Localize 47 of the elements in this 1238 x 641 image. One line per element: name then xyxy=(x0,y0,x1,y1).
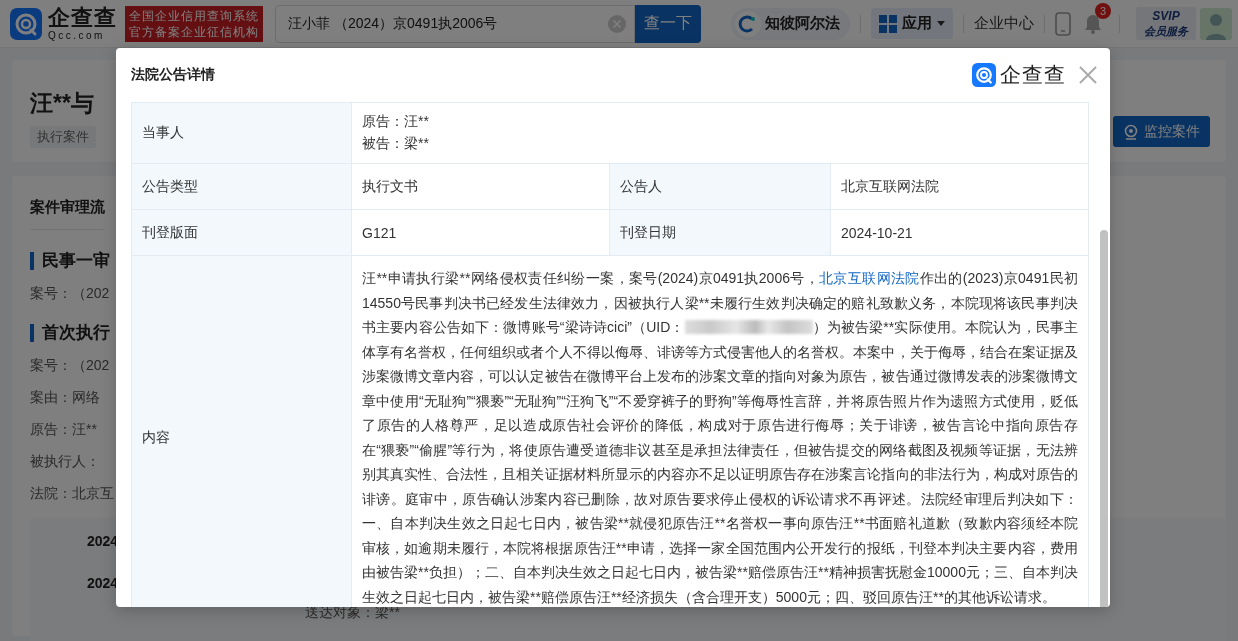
slogan-banner: 全国企业信用查询系统 官方备案企业征信机构 xyxy=(125,5,263,42)
close-icon[interactable] xyxy=(1078,65,1098,85)
stage-field: 案由：网络 xyxy=(30,388,100,406)
stage-field: 被执行人： xyxy=(30,452,100,470)
stage-field: 案号：（202 xyxy=(30,284,110,302)
case-tag: 执行案件 xyxy=(30,126,96,148)
alpha-link[interactable]: 知彼阿尔法 xyxy=(731,7,850,40)
field-label: 公告类型 xyxy=(132,164,352,210)
field-label: 刊登版面 xyxy=(132,210,352,256)
vip-button[interactable]: SVIP 会员服务 xyxy=(1136,7,1196,40)
logo-name: 企查查 xyxy=(48,5,117,30)
camera-icon xyxy=(1123,123,1139,140)
case-title: 汪**与 xyxy=(30,89,94,118)
notice-text: 汪**申请执行梁**网络侵权责任纠纷一案，案号(2024)京0491执2006号，北京互联网法院作出的(2023)京0491民初14550号民事判决书已经发生法律效力，因被执行人梁**未履行生效判决确定的赔礼致歉义务，本院现将该民事判决书主要内容公告如下：微博账号“梁诗诗cici”（UID： ）为被告梁**实际使用。本院认为，民事主体享有名誉权，任何组织或者个人不得以侮辱、诽谤等方式侵害他人的名誉权。本案中，关于侮辱，结合在案证据及涉案微博文章内容，可以认定被告在微博平台上发布的涉案文章的指向对象为原告，被告通过微博发表的涉案微博文章中使用“无耻狗”“猥亵”“无耻狗”“汪狗飞”“不爱穿裤子的野狗”等侮辱性言辞，并将原告照片作为遗照方式使用，贬低了原告的人格尊严，足以造成原告社会评价的降低，构成对于原告进行侮辱；关于诽谤，被告言论中指向原告存在“猥亵”“偷腥”等行为，将使原告遭受道德非议甚至是承担法律责任，但被告提交的网络截图及视频等证据，无法辨别其真实性、合法性，且相关证据材料所显示的内容亦不足以证明原告存在涉案言论指向的非法行为，构成对原告的诽谤。庭审中，原告确认涉案内容已删除，故对原告要求停止侵权的诉讼请求不再评述。法院经审理后判决如下：一、自本判决生效之日起七日内，被告梁**就侵犯原告汪**名誉权一事向原告汪**书面赔礼道歉（致歉内容须经本院审核，如逾期未履行，本院将根据原告汪**申请，选择一家全国范围内公开发行的报纸，刊登本判决主要内容，费用由被告梁**负担）；二、自本判决生效之日起七日内，被告梁**赔偿原告汪**精神损害抚慰金10000元；三、自本判决生效之日起七日内，被告梁**赔偿原告汪**经济损失（含合理开支）5000元；四、驳回原告汪**的其他诉讼请求。 xyxy=(362,269,1078,607)
field-label: 刊登日期 xyxy=(610,210,831,256)
clear-icon[interactable] xyxy=(608,14,626,33)
phone-icon[interactable] xyxy=(1055,11,1071,36)
search-button[interactable]: 查一下 xyxy=(635,4,701,43)
stage-title: 首次执行 xyxy=(30,324,110,342)
field-value: 被告：梁** xyxy=(362,135,429,153)
section-title: 案件审理流 xyxy=(30,198,105,230)
field-value: 北京互联网法院 xyxy=(831,164,1089,210)
logo-icon xyxy=(972,63,996,87)
field-label: 内容 xyxy=(132,256,352,607)
logo-icon xyxy=(10,7,42,40)
stage-title: 民事一审 xyxy=(30,252,110,270)
brand-logo: 企查查 xyxy=(972,61,1066,89)
apps-menu[interactable]: 应用 xyxy=(871,8,953,39)
stage-field: 法院：北京互 xyxy=(30,484,114,502)
field-label: 公告人 xyxy=(610,164,831,210)
modal-title: 法院公告详情 xyxy=(131,66,215,84)
field-value: 2024-10-21 xyxy=(831,210,1089,256)
notification-badge: 3 xyxy=(1095,2,1111,19)
search-field[interactable]: 汪小菲 （2024）京0491执2006号 xyxy=(275,4,635,43)
grid-icon xyxy=(879,14,897,33)
alpha-logo-icon xyxy=(735,10,761,37)
logo-domain: Qcc.com xyxy=(48,29,106,42)
avatar-icon[interactable] xyxy=(1200,7,1232,40)
stage-field: 原告：汪** xyxy=(30,420,97,438)
stage-field: 案号：（202 xyxy=(30,356,110,374)
scrollbar-thumb[interactable] xyxy=(1100,230,1108,607)
field-label: 当事人 xyxy=(132,103,352,164)
field-value: 原告：汪** xyxy=(362,113,429,131)
caret-icon xyxy=(937,21,945,26)
monitor-button[interactable]: 监控案件 xyxy=(1113,116,1210,147)
court-link[interactable]: 北京互联网法院 xyxy=(819,270,920,286)
nav-link[interactable]: 企业中心 xyxy=(974,14,1034,33)
